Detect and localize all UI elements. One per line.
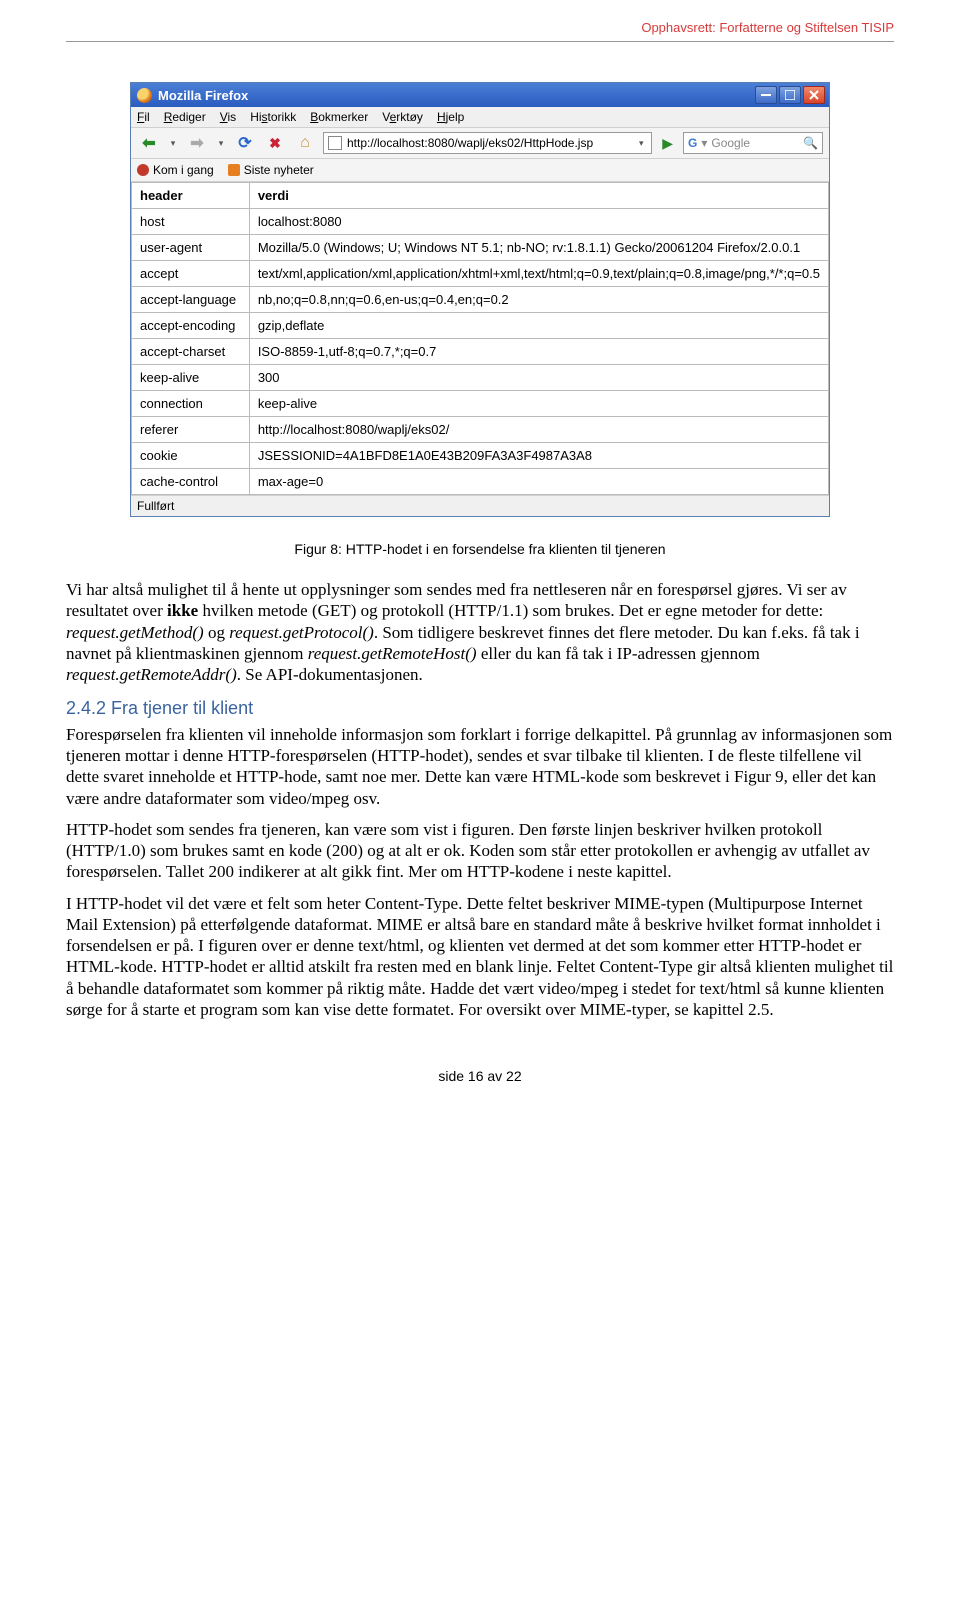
bookmark-bar: Kom i gang Siste nyheter	[131, 159, 829, 182]
col-header: header	[132, 183, 250, 209]
header-value-cell: localhost:8080	[249, 209, 828, 235]
search-placeholder: Google	[711, 136, 750, 150]
google-icon: G	[688, 136, 697, 150]
menu-bokmerker[interactable]: Bokmerker	[310, 110, 368, 124]
menu-fil[interactable]: Fil	[137, 110, 150, 124]
top-rule	[66, 41, 894, 42]
page-icon	[328, 136, 342, 150]
status-bar: Fullført	[131, 495, 829, 516]
body-text: Vi har altså mulighet til å hente ut opp…	[66, 579, 894, 1020]
paragraph-4: I HTTP-hodet vil det være et felt som he…	[66, 893, 894, 1021]
minimize-icon	[761, 94, 771, 96]
home-icon: ⌂	[300, 134, 310, 152]
table-row: accepttext/xml,application/xml,applicati…	[132, 261, 829, 287]
bookmark-siste-nyheter[interactable]: Siste nyheter	[228, 163, 314, 177]
forward-button[interactable]: ➡	[185, 132, 209, 154]
subheading: 2.4.2 Fra tjener til klient	[66, 697, 894, 720]
rss-icon	[228, 164, 240, 176]
firefox-icon	[137, 88, 152, 103]
status-text: Fullført	[137, 499, 174, 513]
table-row: cookieJSESSIONID=4A1BFD8E1A0E43B209FA3A3…	[132, 443, 829, 469]
table-row: accept-encodinggzip,deflate	[132, 313, 829, 339]
maximize-icon	[785, 90, 795, 100]
table-row: connectionkeep-alive	[132, 391, 829, 417]
menu-hjelp[interactable]: Hjelp	[437, 110, 464, 124]
header-value-cell: nb,no;q=0.8,nn;q=0.6,en-us;q=0.4,en;q=0.…	[249, 287, 828, 313]
header-value-cell: gzip,deflate	[249, 313, 828, 339]
table-row: refererhttp://localhost:8080/waplj/eks02…	[132, 417, 829, 443]
url-dropdown[interactable]: ▾	[635, 138, 647, 149]
header-name-cell: keep-alive	[132, 365, 250, 391]
page-footer: side 16 av 22	[66, 1068, 894, 1084]
header-name-cell: host	[132, 209, 250, 235]
browser-window: Mozilla Firefox Fil Rediger Vis Historik…	[130, 82, 830, 517]
stop-icon: ✖	[269, 135, 281, 152]
minimize-button[interactable]	[755, 86, 777, 104]
home-button[interactable]: ⌂	[293, 132, 317, 154]
header-name-cell: user-agent	[132, 235, 250, 261]
search-icon: 🔍	[803, 136, 818, 150]
copyright-notice: Opphavsrett: Forfatterne og Stiftelsen T…	[66, 20, 894, 41]
arrow-right-icon: ➡	[190, 133, 203, 153]
header-name-cell: accept-language	[132, 287, 250, 313]
header-value-cell: keep-alive	[249, 391, 828, 417]
header-value-cell: http://localhost:8080/waplj/eks02/	[249, 417, 828, 443]
reload-icon: ⟳	[238, 133, 251, 153]
header-name-cell: accept-charset	[132, 339, 250, 365]
header-name-cell: accept-encoding	[132, 313, 250, 339]
header-name-cell: referer	[132, 417, 250, 443]
header-name-cell: cookie	[132, 443, 250, 469]
header-value-cell: ISO-8859-1,utf-8;q=0.7,*;q=0.7	[249, 339, 828, 365]
arrow-left-icon: ⬅	[142, 133, 155, 153]
col-verdi: verdi	[249, 183, 828, 209]
table-row: cache-controlmax-age=0	[132, 469, 829, 495]
maximize-button[interactable]	[779, 86, 801, 104]
header-value-cell: text/xml,application/xml,application/xht…	[249, 261, 828, 287]
header-value-cell: JSESSIONID=4A1BFD8E1A0E43B209FA3A3F4987A…	[249, 443, 828, 469]
menubar: Fil Rediger Vis Historikk Bokmerker Verk…	[131, 107, 829, 128]
table-row: accept-charsetISO-8859-1,utf-8;q=0.7,*;q…	[132, 339, 829, 365]
toolbar: ⬅ ▾ ➡ ▾ ⟳ ✖ ⌂ http://localhost:8080/wapl…	[131, 128, 829, 159]
go-button[interactable]: ▶	[658, 135, 677, 152]
header-value-cell: max-age=0	[249, 469, 828, 495]
figure-caption: Figur 8: HTTP-hodet i en forsendelse fra…	[66, 541, 894, 557]
menu-historikk[interactable]: Historikk	[250, 110, 296, 124]
forward-dropdown[interactable]: ▾	[215, 138, 227, 149]
header-value-cell: Mozilla/5.0 (Windows; U; Windows NT 5.1;…	[249, 235, 828, 261]
http-headers-table: header verdi hostlocalhost:8080user-agen…	[131, 182, 829, 495]
stop-button[interactable]: ✖	[263, 132, 287, 154]
header-name-cell: accept	[132, 261, 250, 287]
browser-content: header verdi hostlocalhost:8080user-agen…	[131, 182, 829, 495]
header-value-cell: 300	[249, 365, 828, 391]
header-name-cell: connection	[132, 391, 250, 417]
menu-vis[interactable]: Vis	[220, 110, 236, 124]
back-button[interactable]: ⬅	[137, 132, 161, 154]
paragraph-1: Vi har altså mulighet til å hente ut opp…	[66, 579, 894, 685]
reload-button[interactable]: ⟳	[233, 132, 257, 154]
search-bar[interactable]: G▾ Google 🔍	[683, 132, 823, 154]
table-row: hostlocalhost:8080	[132, 209, 829, 235]
url-text: http://localhost:8080/waplj/eks02/HttpHo…	[347, 136, 593, 150]
table-header-row: header verdi	[132, 183, 829, 209]
paragraph-3: HTTP-hodet som sendes fra tjeneren, kan …	[66, 819, 894, 883]
close-icon	[809, 90, 819, 100]
back-dropdown[interactable]: ▾	[167, 138, 179, 149]
menu-rediger[interactable]: Rediger	[164, 110, 206, 124]
table-row: keep-alive300	[132, 365, 829, 391]
table-row: user-agentMozilla/5.0 (Windows; U; Windo…	[132, 235, 829, 261]
paragraph-2: Forespørselen fra klienten vil inneholde…	[66, 724, 894, 809]
titlebar: Mozilla Firefox	[131, 83, 829, 107]
url-bar[interactable]: http://localhost:8080/waplj/eks02/HttpHo…	[323, 132, 652, 154]
bookmark-icon	[137, 164, 149, 176]
window-title: Mozilla Firefox	[158, 88, 248, 103]
menu-verktoy[interactable]: Verktøy	[382, 110, 423, 124]
table-row: accept-languagenb,no;q=0.8,nn;q=0.6,en-u…	[132, 287, 829, 313]
close-button[interactable]	[803, 86, 825, 104]
header-name-cell: cache-control	[132, 469, 250, 495]
bookmark-kom-i-gang[interactable]: Kom i gang	[137, 163, 214, 177]
